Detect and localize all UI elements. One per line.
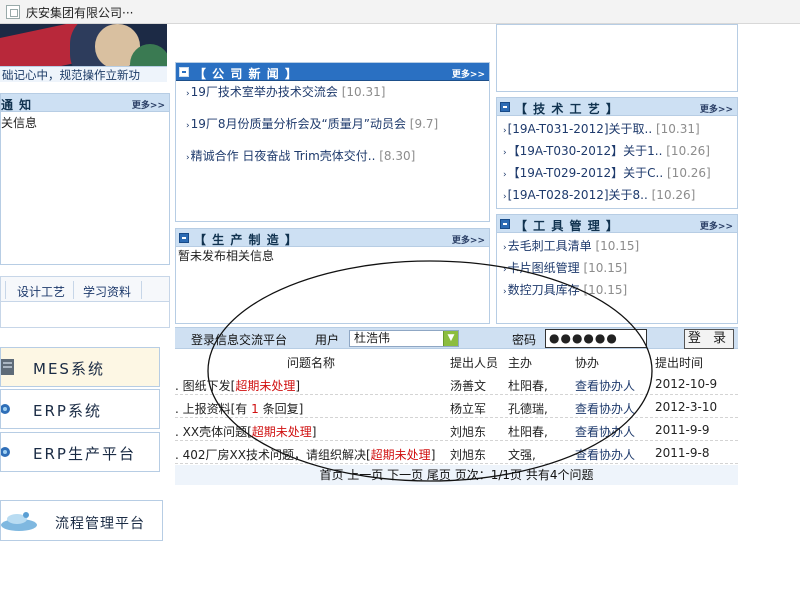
page-icon [6,5,20,19]
production-header: 【 生 产 制 造 】 更多>> [176,229,489,247]
notice-more-link[interactable]: 更多>> [132,98,165,111]
news-item[interactable]: ›19厂8月份质量分析会及“质量月”动员会 [9.7] [186,115,438,132]
tech-item[interactable]: ›【19A-T029-2012】关于C.. [10.26] [503,164,711,181]
process-management-button[interactable]: 流程管理平台 [0,500,163,541]
col-header-date: 提出时间 [655,356,704,370]
tech-header: 【 技 术 工 艺 】 更多>> [497,98,737,116]
tech-item[interactable]: ›【19A-T030-2012】关于1.. [10.26] [503,142,710,159]
tech-title: 【 技 术 工 艺 】 [515,102,619,116]
window-title: 庆安集团有限公司··· [26,6,134,20]
tab-design-process[interactable]: 设计工艺 [17,283,65,300]
server-icon [1,359,14,375]
tools-item[interactable]: ›去毛刺工具清单 [10.15] [503,237,639,254]
globe-icon [1,404,10,414]
notice-header: 通 知 更多>> [1,94,169,112]
submit-date: 2012-3-10 [655,400,718,414]
process-management-label: 流程管理平台 [55,516,145,532]
panel-icon [179,233,189,243]
submit-date: 2012-10-9 [655,377,718,391]
annotation-ellipse [207,260,653,482]
tech-item[interactable]: ›[19A-T028-2012]关于8.. [10.26] [503,186,695,203]
notice-panel: 通 知 更多>> 关信息 [0,93,170,265]
category-tabs: 设计工艺 学习资料 [0,276,170,302]
notice-title: 通 知 [1,98,33,112]
news-item[interactable]: ›19厂技术室举办技术交流会 [10.31] [186,83,385,100]
submit-date: 2011-9-8 [655,446,710,460]
right-top-panel [496,24,738,92]
banner-caption: 础记心中，规范操作立新功 [0,66,167,82]
window-title-bar: 庆安集团有限公司··· [0,0,800,24]
erp-system-label: ERP系统 [33,402,102,420]
login-button[interactable]: 登 录 [684,329,734,349]
production-more-link[interactable]: 更多>> [452,233,485,246]
mes-system-label: MES系统 [33,360,105,378]
production-title: 【 生 产 制 造 】 [194,233,298,247]
panel-icon [179,67,189,77]
tools-title: 【 工 具 管 理 】 [515,219,619,233]
notice-text: 关信息 [1,116,38,130]
submit-date: 2011-9-9 [655,423,710,437]
company-news-panel: 【 公 司 新 闻 】 更多>> ›19厂技术室举办技术交流会 [10.31] … [175,62,490,222]
panel-icon [500,102,510,112]
water-splash-icon [1,512,37,531]
tools-more-link[interactable]: 更多>> [700,219,733,232]
globe-icon [1,447,10,457]
mes-system-button[interactable]: MES系统 [0,347,160,387]
tools-header: 【 工 具 管 理 】 更多>> [497,215,737,233]
erp-production-button[interactable]: ERP生产平台 [0,432,160,472]
tech-item[interactable]: ›[19A-T031-2012]关于取.. [10.31] [503,120,700,137]
panel-icon [500,219,510,229]
news-header: 【 公 司 新 闻 】 更多>> [176,63,489,81]
erp-production-label: ERP生产平台 [33,445,136,463]
tech-process-panel: 【 技 术 工 艺 】 更多>> ›[19A-T031-2012]关于取.. [… [496,97,738,209]
news-item[interactable]: ›精诚合作 日夜奋战 Trim壳体交付.. [8.30] [186,147,415,164]
tech-more-link[interactable]: 更多>> [700,102,733,115]
tab-study-materials[interactable]: 学习资料 [83,283,131,300]
news-more-link[interactable]: 更多>> [452,67,485,80]
erp-system-button[interactable]: ERP系统 [0,389,160,429]
news-title: 【 公 司 新 闻 】 [194,67,298,81]
tab-content-area [0,302,170,328]
